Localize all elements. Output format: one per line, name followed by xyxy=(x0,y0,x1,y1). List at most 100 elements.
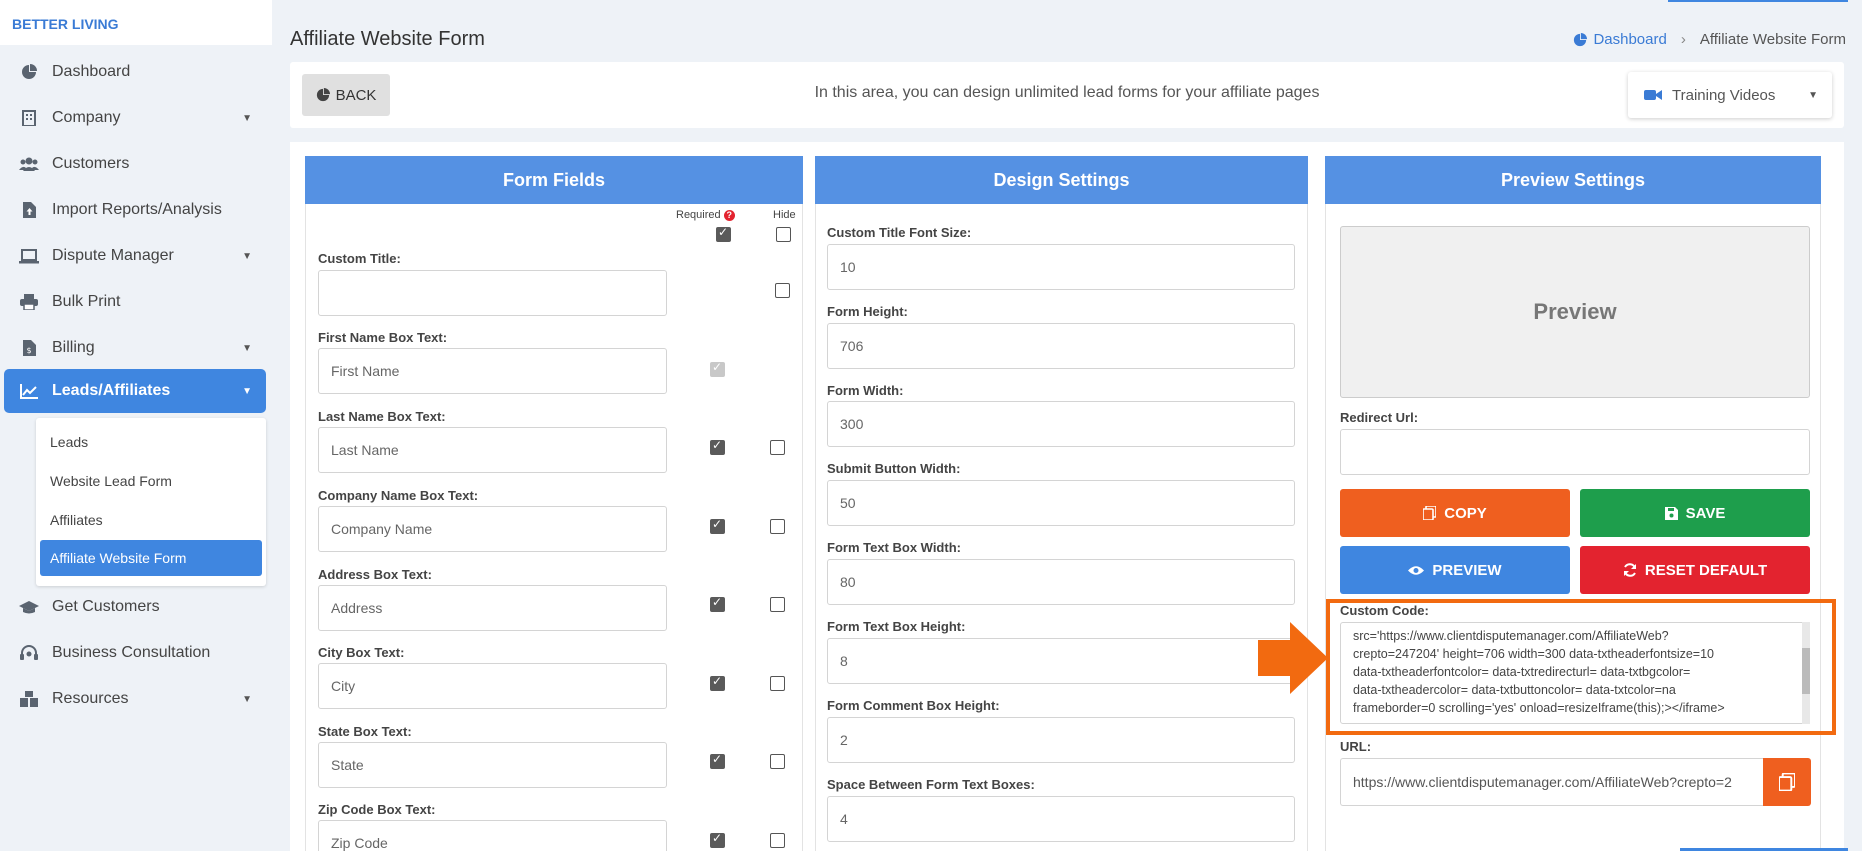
sidebar-item-label: Import Reports/Analysis xyxy=(52,201,222,218)
state-input[interactable]: State xyxy=(318,742,667,788)
form-height-label: Form Height: xyxy=(827,304,908,319)
hide-zip-code-checkbox[interactable] xyxy=(770,833,785,848)
address-input[interactable]: Address xyxy=(318,585,667,631)
text-box-width-input[interactable]: 80 xyxy=(827,559,1295,605)
sidebar-item-billing[interactable]: $ Billing ▼ xyxy=(4,326,266,370)
zip-code-input[interactable]: Zip Code xyxy=(318,820,667,851)
first-name-input[interactable]: First Name xyxy=(318,348,667,394)
title-font-size-label: Custom Title Font Size: xyxy=(827,225,972,240)
company-name-input[interactable]: Company Name xyxy=(318,506,667,552)
required-last-name-checkbox[interactable] xyxy=(710,438,725,455)
hide-custom-title-checkbox[interactable] xyxy=(775,283,790,298)
sidebar-item-dashboard[interactable]: Dashboard xyxy=(4,50,266,94)
code-line: data-txtheaderfontcolor= data-txtredirec… xyxy=(1353,665,1691,679)
custom-code-textarea[interactable]: src='https://www.clientdisputemanager.co… xyxy=(1340,622,1810,724)
reset-default-button[interactable]: RESET DEFAULT xyxy=(1580,546,1810,594)
sidebar-item-label: Customers xyxy=(52,155,130,172)
required-first-name-checkbox xyxy=(710,360,725,377)
preview-settings-header: Preview Settings xyxy=(1325,156,1821,204)
submenu-item-website-lead-form[interactable]: Website Lead Form xyxy=(40,463,262,499)
sidebar-item-company[interactable]: Company ▼ xyxy=(4,96,266,140)
caret-down-icon: ▼ xyxy=(242,112,252,124)
breadcrumb-home-link[interactable]: Dashboard xyxy=(1573,31,1667,48)
line-chart-icon xyxy=(18,381,40,401)
hide-company-name-checkbox[interactable] xyxy=(770,519,785,534)
copy-button[interactable]: COPY xyxy=(1340,489,1570,537)
boxes-icon xyxy=(18,689,40,709)
required-column-label: Required ? xyxy=(676,209,735,221)
sidebar-item-import-reports[interactable]: Import Reports/Analysis xyxy=(4,188,266,232)
required-zip-code-checkbox[interactable] xyxy=(710,831,725,848)
sidebar-item-bulk-print[interactable]: Bulk Print xyxy=(4,280,266,324)
training-videos-dropdown[interactable]: Training Videos ▼ xyxy=(1628,72,1832,118)
sidebar-item-label: Billing xyxy=(52,339,95,356)
hide-last-name-checkbox[interactable] xyxy=(770,440,785,455)
sidebar-item-label: Get Customers xyxy=(52,598,160,615)
copy-button-label: COPY xyxy=(1444,504,1487,522)
last-name-input[interactable]: Last Name xyxy=(318,427,667,473)
page-title: Affiliate Website Form xyxy=(290,28,485,50)
help-icon[interactable]: ? xyxy=(723,210,735,221)
code-scrollbar[interactable] xyxy=(1802,622,1810,724)
title-font-size-input[interactable]: 10 xyxy=(827,244,1295,290)
sidebar-item-get-customers[interactable]: Get Customers xyxy=(4,585,266,629)
file-upload-icon xyxy=(18,200,40,220)
code-line: crepto=247204' height=706 width=300 data… xyxy=(1353,647,1714,661)
redirect-url-input[interactable] xyxy=(1340,429,1810,475)
breadcrumb-home-label: Dashboard xyxy=(1593,31,1667,48)
custom-title-input[interactable] xyxy=(318,270,667,316)
text-box-height-input[interactable]: 8 xyxy=(827,638,1295,684)
hide-city-checkbox[interactable] xyxy=(770,676,785,691)
required-header-checkbox[interactable] xyxy=(716,225,731,242)
custom-code-label: Custom Code: xyxy=(1340,603,1429,618)
sidebar-item-resources[interactable]: Resources ▼ xyxy=(4,677,266,721)
form-fields-header: Form Fields xyxy=(305,156,803,204)
submit-button-width-input[interactable]: 50 xyxy=(827,480,1295,526)
sidebar-item-leads-affiliates[interactable]: Leads/Affiliates ▼ xyxy=(4,369,266,413)
required-address-checkbox[interactable] xyxy=(710,595,725,612)
sidebar-item-label: Resources xyxy=(52,690,129,707)
required-city-checkbox[interactable] xyxy=(710,674,725,691)
hide-address-checkbox[interactable] xyxy=(770,597,785,612)
preview-button[interactable]: PREVIEW xyxy=(1340,546,1570,594)
submit-button-width-label: Submit Button Width: xyxy=(827,461,961,476)
caret-down-icon: ▼ xyxy=(242,385,252,397)
hide-state-checkbox[interactable] xyxy=(770,754,785,769)
sidebar-item-business-consultation[interactable]: Business Consultation xyxy=(4,631,266,675)
required-state-checkbox[interactable] xyxy=(710,752,725,769)
hide-header-checkbox[interactable] xyxy=(776,227,791,242)
printer-icon xyxy=(18,292,40,312)
comment-box-height-input[interactable]: 2 xyxy=(827,717,1295,763)
url-copy-button[interactable] xyxy=(1763,758,1811,806)
headset-icon xyxy=(18,643,40,663)
brand-logo[interactable]: BETTER LIVING xyxy=(0,0,272,45)
form-width-input[interactable]: 300 xyxy=(827,401,1295,447)
text-box-spacing-input[interactable]: 4 xyxy=(827,796,1295,842)
code-line: src='https://www.clientdisputemanager.co… xyxy=(1353,629,1669,643)
text-box-height-label: Form Text Box Height: xyxy=(827,619,966,634)
required-company-name-checkbox[interactable] xyxy=(710,517,725,534)
building-icon xyxy=(18,108,40,128)
redirect-url-label: Redirect Url: xyxy=(1340,410,1419,425)
submenu-item-leads[interactable]: Leads xyxy=(40,424,262,460)
form-height-input[interactable]: 706 xyxy=(827,323,1295,369)
sidebar: BETTER LIVING Dashboard Company ▼ Custom… xyxy=(0,0,272,851)
url-input[interactable]: https://www.clientdisputemanager.com/Aff… xyxy=(1340,758,1763,806)
scrollbar-thumb[interactable] xyxy=(1802,648,1810,694)
submenu-item-affiliate-website-form[interactable]: Affiliate Website Form xyxy=(40,540,262,576)
zip-code-label: Zip Code Box Text: xyxy=(318,802,436,817)
first-name-label: First Name Box Text: xyxy=(318,330,448,345)
save-button[interactable]: SAVE xyxy=(1580,489,1810,537)
sidebar-item-customers[interactable]: Customers xyxy=(4,142,266,186)
company-name-label: Company Name Box Text: xyxy=(318,488,479,503)
caret-down-icon: ▼ xyxy=(1808,89,1818,101)
submenu-item-affiliates[interactable]: Affiliates xyxy=(40,502,262,538)
sidebar-item-label: Leads/Affiliates xyxy=(52,382,171,399)
graduation-cap-icon xyxy=(18,597,40,617)
text-box-width-label: Form Text Box Width: xyxy=(827,540,961,555)
svg-text:$: $ xyxy=(26,346,31,355)
sidebar-item-dispute-manager[interactable]: Dispute Manager ▼ xyxy=(4,234,266,278)
design-settings-header: Design Settings xyxy=(815,156,1308,204)
sidebar-item-label: Business Consultation xyxy=(52,644,211,661)
city-input[interactable]: City xyxy=(318,663,667,709)
